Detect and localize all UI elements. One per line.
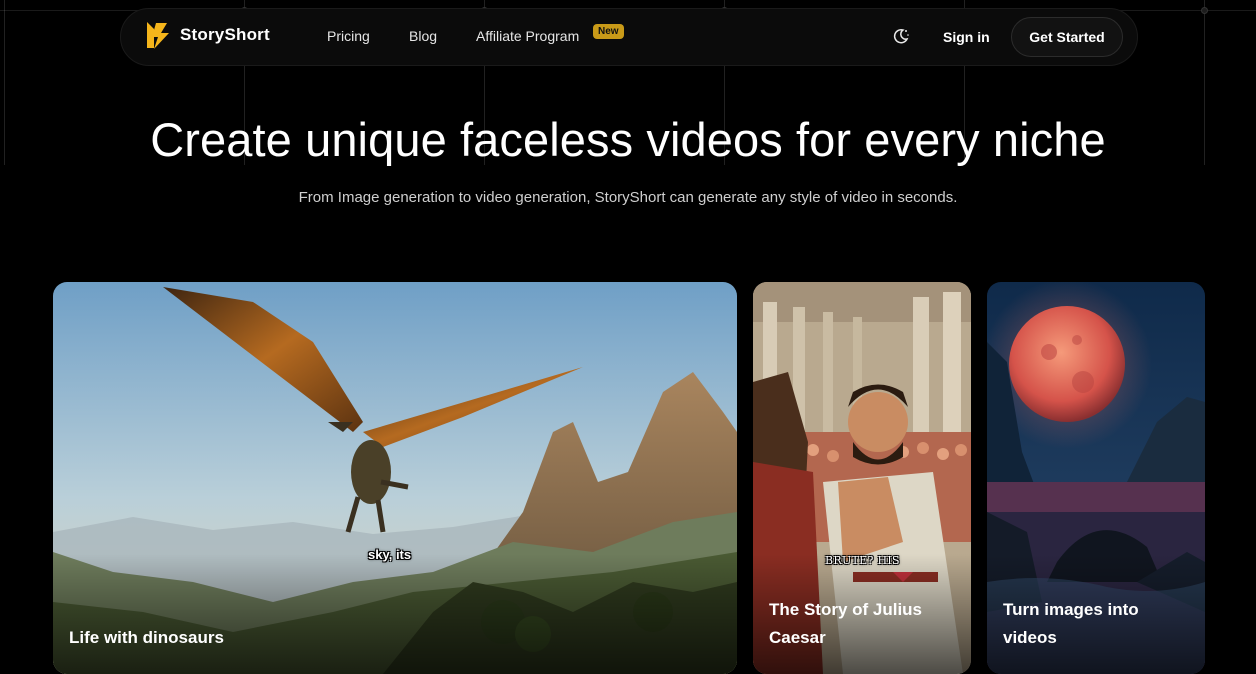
lightning-logo-icon xyxy=(147,22,169,49)
card-label: Life with dinosaurs xyxy=(69,628,224,647)
brand-name: StoryShort xyxy=(180,25,270,44)
new-badge: New xyxy=(593,24,624,39)
card-images-into-videos[interactable]: Turn images into videos xyxy=(987,282,1205,674)
video-caption: sky, its xyxy=(368,547,412,562)
nav-link-blog[interactable]: Blog xyxy=(409,28,437,44)
hero-title: Create unique faceless videos for every … xyxy=(150,113,1106,166)
card-label: Turn images into videos xyxy=(1003,600,1139,647)
grid-dot xyxy=(1201,7,1208,14)
sign-in-link[interactable]: Sign in xyxy=(943,29,990,45)
hero-subtitle: From Image generation to video generatio… xyxy=(298,189,958,206)
card-julius-caesar[interactable]: BRUTE? HIS The Story of Julius Caesar xyxy=(753,282,971,674)
get-started-button[interactable]: Get Started xyxy=(1011,17,1123,57)
nav-link-affiliate[interactable]: Affiliate Program xyxy=(476,28,579,44)
card-life-with-dinosaurs[interactable]: sky, its Life with dinosaurs xyxy=(53,282,737,674)
logo[interactable]: StoryShort xyxy=(144,20,270,50)
card-shade xyxy=(53,554,737,674)
card-label: The Story of Julius Caesar xyxy=(769,600,923,647)
nav-link-pricing[interactable]: Pricing xyxy=(327,28,370,44)
video-caption: BRUTE? HIS xyxy=(825,554,900,567)
moon-sun-icon[interactable] xyxy=(892,27,910,45)
